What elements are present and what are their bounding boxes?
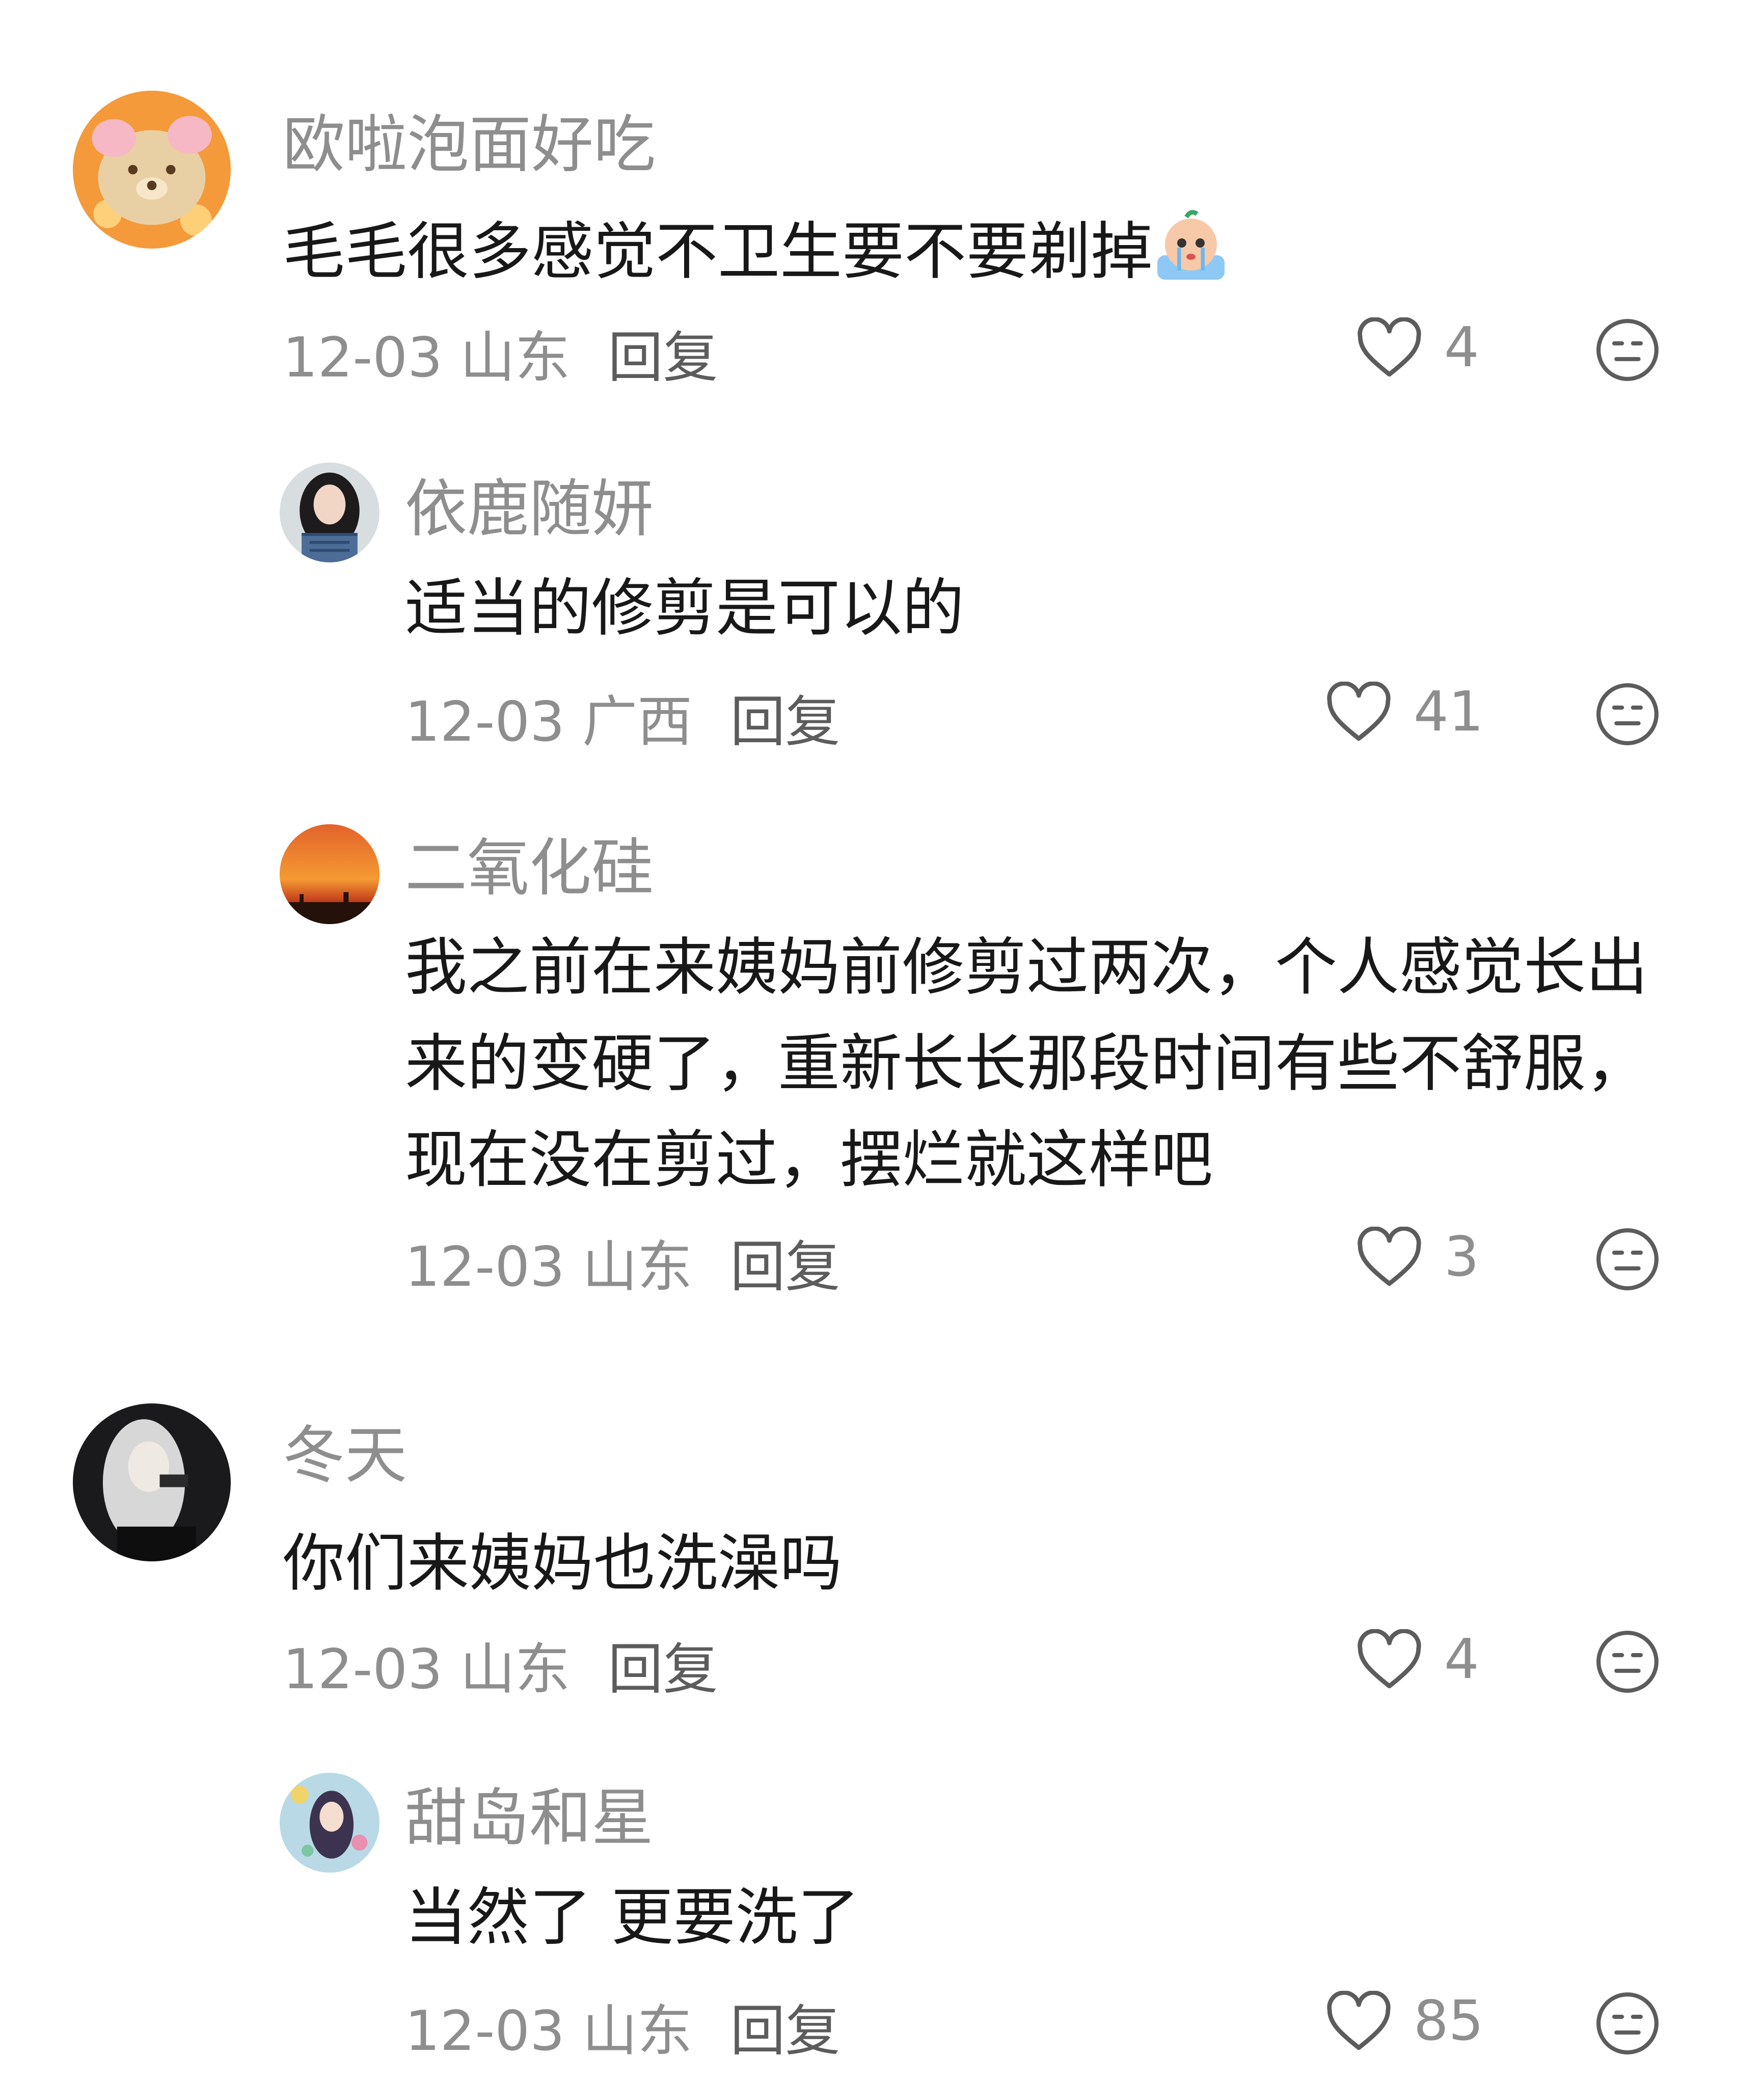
dislike-button[interactable] [1594,1990,1661,2057]
illustration-avatar-image [280,1773,379,1873]
neutral-face-icon [1596,1992,1659,2054]
dislike-button[interactable] [1594,1629,1661,1695]
like-count: 41 [1414,680,1484,744]
heart-outline-icon [1358,1629,1421,1688]
comment-meta: 12-03 广西 回复 [405,678,840,757]
comment-text: 毛毛很多感觉不卫生要不要剃掉 [283,204,1505,300]
avatar-user-4[interactable] [73,1403,231,1561]
comment-date: 12-03 [405,1999,565,2063]
username[interactable]: 欧啦泡面好吃 [283,94,656,184]
like-count: 4 [1444,1628,1479,1691]
like-button[interactable]: 85 [1324,1989,1483,2053]
reply-button[interactable]: 回复 [730,1235,840,1299]
reply-button[interactable]: 回复 [608,1638,718,1701]
dark-portrait-avatar-image [73,1403,231,1561]
heart-outline-icon [1327,1990,1391,2050]
like-button[interactable]: 4 [1355,316,1479,380]
comment-meta: 12-03 山东 回复 [405,1223,840,1302]
comment-location: 山东 [460,1638,571,1701]
avatar-user-5[interactable] [280,1773,379,1873]
comment-date: 12-03 [405,690,565,754]
dislike-button[interactable] [1594,681,1661,747]
like-button[interactable]: 4 [1355,1628,1479,1691]
heart-outline-icon [1358,317,1421,376]
like-count: 3 [1444,1225,1479,1289]
reply-button[interactable]: 回复 [730,690,840,754]
comment-text-content: 毛毛很多感觉不卫生要不要剃掉 [283,215,1153,288]
like-count: 85 [1414,1989,1484,2053]
dislike-button[interactable] [1594,317,1661,383]
comment-date: 12-03 [283,326,443,390]
comment-text: 你们来姨妈也洗澡吗 [283,1527,842,1600]
username[interactable]: 甜岛和星 [405,1768,654,1858]
heart-outline-icon [1358,1226,1421,1286]
sunset-avatar-image [280,824,379,924]
comment-text: 适当的修剪是可以的 [405,572,964,644]
comment-text: 当然了 更要洗了 [405,1881,860,1954]
neutral-face-icon [1596,683,1659,745]
crying-emoji-icon [1153,208,1229,284]
comment-date: 12-03 [283,1638,443,1701]
neutral-face-icon [1596,1631,1659,1693]
comment-meta: 12-03 山东 回复 [283,1625,718,1705]
comment-location: 山东 [582,1999,693,2063]
dislike-button[interactable] [1594,1226,1661,1292]
avatar-user-1[interactable] [73,91,231,249]
comment-location: 山东 [582,1235,693,1299]
avatar-user-2[interactable] [280,463,379,562]
neutral-face-icon [1596,1228,1659,1290]
bear-avatar-image [73,91,231,249]
username[interactable]: 二氧化硅 [405,818,654,908]
like-button[interactable]: 3 [1355,1225,1479,1289]
username[interactable]: 依鹿随妍 [405,458,654,549]
username[interactable]: 冬天 [283,1405,407,1495]
comment-meta: 12-03 山东 回复 [283,313,718,393]
reply-button[interactable]: 回复 [730,1999,840,2063]
comment-meta: 12-03 山东 回复 [405,1987,840,2066]
heart-outline-icon [1327,681,1391,741]
like-button[interactable]: 41 [1324,680,1483,744]
girl-avatar-image [280,463,379,562]
comment-location: 广西 [582,690,693,754]
reply-button[interactable]: 回复 [608,326,718,390]
like-count: 4 [1444,316,1479,380]
comment-date: 12-03 [405,1235,565,1299]
avatar-user-3[interactable] [280,824,379,924]
neutral-face-icon [1596,319,1659,381]
comment-text: 我之前在来姨妈前修剪过两次，个人感觉长出来的变硬了，重新长长那段时间有些不舒服，… [405,931,1648,1197]
comment-location: 山东 [460,326,571,390]
